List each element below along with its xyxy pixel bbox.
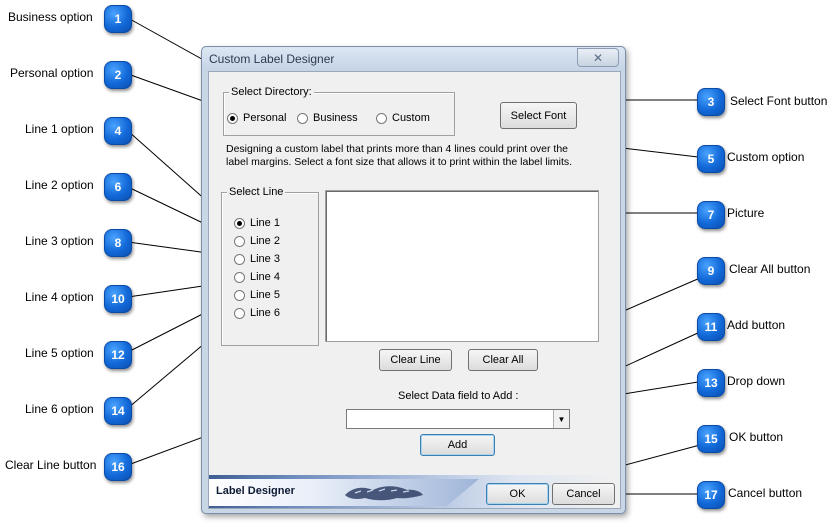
line-5-label: Line 5 bbox=[250, 289, 280, 301]
annotation-label-14: Line 6 option bbox=[25, 402, 94, 416]
line-2-label: Line 2 bbox=[250, 235, 280, 247]
annotation-badge-1: 1 bbox=[104, 5, 132, 33]
line-4-label: Line 4 bbox=[250, 271, 280, 283]
banner-title: Label Designer bbox=[216, 485, 295, 497]
clear-line-button[interactable]: Clear Line bbox=[379, 349, 452, 371]
annotation-label-4: Line 1 option bbox=[25, 122, 94, 136]
title-bar[interactable]: Custom Label Designer ✕ bbox=[202, 47, 625, 71]
annotation-badge-9: 9 bbox=[697, 257, 725, 285]
annotation-badge-5: 5 bbox=[697, 145, 725, 173]
business-option[interactable]: Business bbox=[297, 112, 358, 124]
line-3-label: Line 3 bbox=[250, 253, 280, 265]
radio-icon bbox=[234, 289, 245, 301]
annotation-label-15: OK button bbox=[729, 430, 784, 444]
annotation-badge-8: 8 bbox=[104, 229, 132, 257]
label-preview-picture bbox=[325, 190, 599, 342]
annotation-badge-10: 10 bbox=[104, 285, 132, 313]
annotation-label-11: Add button bbox=[727, 318, 786, 332]
annotation-label-3: Select Font button bbox=[730, 94, 828, 108]
annotation-badge-6: 6 bbox=[104, 173, 132, 201]
info-text: Designing a custom label that prints mor… bbox=[226, 143, 572, 169]
annotation-badge-12: 12 bbox=[104, 341, 132, 369]
radio-icon bbox=[297, 112, 308, 124]
personal-option[interactable]: Personal bbox=[227, 112, 286, 124]
annotation-badge-4: 4 bbox=[104, 117, 132, 145]
info-text-line-1: Designing a custom label that prints mor… bbox=[226, 143, 569, 155]
line-5-option[interactable]: Line 5 bbox=[234, 289, 280, 301]
line-1-option[interactable]: Line 1 bbox=[234, 217, 280, 229]
radio-icon bbox=[376, 112, 387, 124]
annotation-badge-15: 15 bbox=[697, 425, 725, 453]
window-title: Custom Label Designer bbox=[209, 52, 335, 66]
custom-option[interactable]: Custom bbox=[376, 112, 430, 124]
annotation-label-10: Line 4 option bbox=[25, 290, 94, 304]
annotation-label-8: Line 3 option bbox=[25, 234, 94, 248]
line-1-label: Line 1 bbox=[250, 217, 280, 229]
annotation-badge-17: 17 bbox=[697, 481, 725, 509]
line-2-option[interactable]: Line 2 bbox=[234, 235, 280, 247]
annotation-badge-14: 14 bbox=[104, 397, 132, 425]
radio-icon bbox=[227, 112, 238, 124]
line-3-option[interactable]: Line 3 bbox=[234, 253, 280, 265]
annotation-label-17: Cancel button bbox=[728, 486, 803, 500]
chevron-down-icon[interactable]: ▼ bbox=[553, 410, 569, 428]
annotation-label-13: Drop down bbox=[727, 374, 786, 388]
select-line-legend: Select Line bbox=[227, 186, 286, 198]
annotation-label-12: Line 5 option bbox=[25, 346, 94, 360]
annotation-label-1: Business option bbox=[8, 10, 93, 24]
annotation-badge-11: 11 bbox=[697, 313, 725, 341]
line-6-option[interactable]: Line 6 bbox=[234, 307, 280, 319]
radio-icon bbox=[234, 271, 245, 283]
radio-icon bbox=[234, 307, 245, 319]
annotation-badge-16: 16 bbox=[104, 453, 132, 481]
custom-option-label: Custom bbox=[392, 112, 430, 124]
dialog-client-area: Select Directory: Personal Business Cust… bbox=[208, 71, 621, 509]
add-button[interactable]: Add bbox=[420, 434, 495, 456]
ok-button[interactable]: OK bbox=[486, 483, 549, 505]
annotation-label-7: Picture bbox=[727, 206, 765, 220]
select-font-button[interactable]: Select Font bbox=[500, 102, 577, 129]
cancel-button[interactable]: Cancel bbox=[552, 483, 615, 505]
business-option-label: Business bbox=[313, 112, 358, 124]
custom-label-designer-window: Custom Label Designer ✕ Select Directory… bbox=[201, 46, 626, 514]
annotation-label-6: Line 2 option bbox=[25, 178, 94, 192]
select-directory-legend: Select Directory: bbox=[229, 86, 314, 98]
annotation-badge-7: 7 bbox=[697, 201, 725, 229]
personal-option-label: Personal bbox=[243, 112, 287, 124]
select-line-group bbox=[221, 192, 319, 346]
radio-icon bbox=[234, 235, 245, 247]
annotation-label-2: Personal option bbox=[10, 66, 94, 80]
tiger-logo-icon bbox=[345, 486, 423, 501]
annotation-label-5: Custom option bbox=[727, 150, 805, 164]
info-text-line-2: label margins. Select a font size that a… bbox=[226, 156, 573, 168]
close-button[interactable]: ✕ bbox=[577, 48, 619, 67]
data-field-label: Select Data field to Add : bbox=[398, 390, 519, 402]
data-field-dropdown[interactable]: ▼ bbox=[346, 409, 570, 429]
annotation-label-16: Clear Line button bbox=[5, 458, 97, 472]
annotation-badge-2: 2 bbox=[104, 61, 132, 89]
annotation-badge-13: 13 bbox=[697, 369, 725, 397]
annotation-label-9: Clear All button bbox=[729, 262, 811, 276]
clear-all-button[interactable]: Clear All bbox=[468, 349, 538, 371]
line-4-option[interactable]: Line 4 bbox=[234, 271, 280, 283]
line-6-label: Line 6 bbox=[250, 307, 280, 319]
radio-icon bbox=[234, 253, 245, 265]
annotation-badge-3: 3 bbox=[697, 88, 725, 116]
radio-icon bbox=[234, 217, 245, 229]
